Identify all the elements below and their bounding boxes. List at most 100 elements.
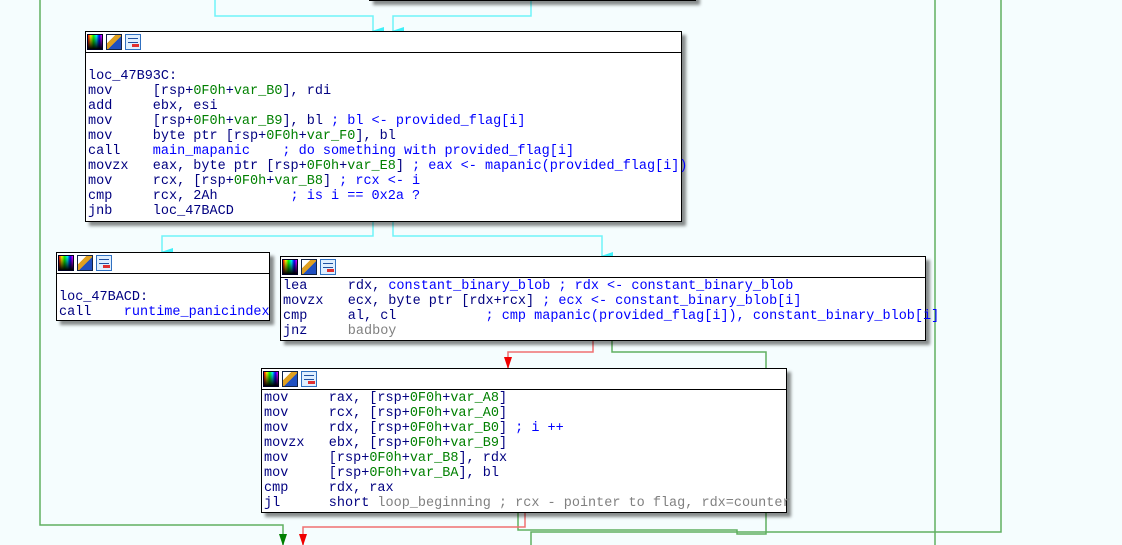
operand: 0F0h — [306, 159, 340, 174]
mnemonic: mov — [264, 451, 289, 466]
code-label[interactable]: loc_47BACD: — [59, 290, 269, 305]
mnemonic: jl — [264, 496, 281, 511]
color-palette-icon[interactable] — [263, 371, 279, 387]
mnemonic: mov — [88, 129, 113, 144]
instruction-line[interactable]: mov byte ptr [rsp+0F0h+var_F0], bl — [88, 129, 681, 144]
operand: ], bl — [458, 466, 499, 481]
edit-pencil-icon[interactable] — [77, 255, 93, 271]
operand: rcx, [rsp+ — [152, 174, 234, 189]
operand[interactable]: constant_binary_blob — [388, 279, 550, 294]
instruction-line[interactable]: mov rdx, [rsp+0F0h+var_B0] ; i ++ — [264, 421, 786, 436]
comment[interactable]: ; eax <- mapanic(provided_flag[i]) — [412, 159, 687, 174]
graph-icon[interactable] — [301, 371, 317, 387]
mnemonic: jnz — [283, 324, 308, 339]
comment[interactable]: ; i ++ — [515, 421, 564, 436]
operand[interactable]: badboy — [348, 324, 397, 339]
operand: [rsp+ — [328, 451, 370, 466]
operand[interactable]: main_mapanic — [153, 144, 250, 159]
instruction-line[interactable]: mov [rsp+0F0h+var_B0], rdi — [88, 84, 681, 99]
color-palette-icon[interactable] — [58, 255, 74, 271]
instruction-line[interactable]: lea rdx, constant_binary_blob ; rdx <- co… — [283, 279, 925, 294]
comment[interactable]: ; ecx <- constant_binary_blob[i] — [542, 294, 801, 309]
mnemonic: movzx — [283, 294, 324, 309]
edge-false — [504, 340, 594, 369]
comment[interactable]: ; is i == 0x2a ? — [218, 189, 421, 204]
instruction-line[interactable]: mov [rsp+0F0h+var_BA], bl — [264, 466, 786, 481]
mnemonic: movzx — [264, 436, 305, 451]
instruction-line[interactable]: cmp rdx, rax — [264, 481, 786, 496]
code-block-loc-47bacd[interactable]: loc_47BACD: call runtime_panicindex — [56, 252, 270, 321]
code-block-loc-47b93c[interactable]: loc_47B93C: mov [rsp+0F0h+var_B0], rdi add e… — [85, 31, 688, 222]
operand: byte ptr [rsp+ — [152, 129, 267, 144]
edit-pencil-icon[interactable] — [106, 34, 122, 50]
color-palette-icon[interactable] — [87, 34, 103, 50]
operand[interactable]: loop_beginning — [377, 496, 490, 511]
comment[interactable]: ; rcx <- i — [339, 174, 420, 189]
instruction-line[interactable]: movzx ebx, [rsp+0F0h+var_B9] — [264, 436, 786, 451]
instruction-line[interactable]: mov [rsp+0F0h+var_B8], rdx — [264, 451, 786, 466]
graph-icon[interactable] — [96, 255, 112, 271]
mnemonic: lea — [283, 279, 308, 294]
previous-block[interactable] — [369, 0, 696, 1]
block-code: lea rdx, constant_binary_blob ; rdx <- co… — [281, 278, 939, 339]
instruction-line[interactable]: add ebx, esi — [88, 99, 681, 114]
mnemonic: mov — [264, 406, 289, 421]
instruction-line[interactable]: movzx ecx, byte ptr [rdx+rcx] ; ecx <- co… — [283, 294, 925, 309]
mnemonic: cmp — [283, 309, 308, 324]
edge-normal — [161, 221, 374, 256]
graph-icon[interactable] — [320, 259, 336, 275]
comment[interactable]: ; rdx <- constant_binary_blob — [550, 279, 793, 294]
operand: rdx, rax — [328, 481, 394, 496]
mnemonic: mov — [264, 391, 289, 406]
operand: [rsp+ — [328, 466, 370, 481]
comment[interactable]: ; bl <- provided_flag[i] — [331, 114, 525, 129]
instruction-line[interactable]: jnb loc_47BACD — [88, 204, 681, 219]
operand: 0F0h — [233, 174, 267, 189]
operand: loc_47BACD — [152, 204, 234, 219]
operand: + — [225, 114, 234, 129]
block-header — [281, 257, 925, 278]
block-header — [262, 369, 786, 390]
block-header — [86, 32, 681, 53]
comment[interactable]: ; do something with provided_flag[i] — [250, 144, 574, 159]
mnemonic: call — [59, 305, 92, 320]
operand: var_B0 — [450, 421, 499, 436]
block-code: loc_47BACD: call runtime_panicindex — [57, 274, 270, 320]
instruction-line[interactable]: mov rax, [rsp+0F0h+var_A8] — [264, 391, 786, 406]
operand: rdx, — [347, 279, 389, 294]
block-code: mov rax, [rsp+0F0h+var_A8] mov rcx, [rsp+0F… — [262, 390, 791, 511]
mnemonic: movzx — [88, 159, 129, 174]
instruction-line[interactable]: mov rcx, [rsp+0F0h+var_B8] ; rcx <- i — [88, 174, 681, 189]
operand: rcx, [rsp+ — [328, 406, 410, 421]
instruction-line[interactable]: jnz badboy — [283, 324, 925, 339]
instruction-line[interactable]: cmp al, cl ; cmp mapanic(provided_flag[i]… — [283, 309, 939, 324]
operand: 0F0h — [409, 421, 443, 436]
instruction-line[interactable]: mov [rsp+0F0h+var_B9], bl ; bl <- provide… — [88, 114, 681, 129]
graph-icon[interactable] — [125, 34, 141, 50]
code-block-increment[interactable]: mov rax, [rsp+0F0h+var_A8] mov rcx, [rsp+0F… — [261, 368, 791, 513]
operand: var_B0 — [233, 84, 283, 99]
mnemonic: cmp — [264, 481, 289, 496]
instruction-line[interactable]: call runtime_panicindex — [59, 305, 270, 320]
operand: eax, byte ptr [rsp+ — [152, 159, 307, 174]
edit-pencil-icon[interactable] — [282, 371, 298, 387]
edit-pencil-icon[interactable] — [301, 259, 317, 275]
instruction-line[interactable]: cmp rcx, 2Ah ; is i == 0x2a ? — [88, 189, 681, 204]
operand: al, cl — [347, 309, 397, 324]
instruction-line[interactable]: call main_mapanic ; do something with pro… — [88, 144, 681, 159]
operand: ] — [498, 421, 516, 436]
operand[interactable]: runtime_panicindex — [124, 305, 270, 320]
comment[interactable]: ; cmp mapanic(provided_flag[i]), constan… — [396, 309, 940, 324]
code-label[interactable]: loc_47B93C: — [88, 69, 681, 84]
comment[interactable]: ; rcx - pointer to flag, rdx=counter — [491, 496, 791, 511]
color-palette-icon[interactable] — [282, 259, 298, 275]
instruction-line[interactable]: movzx eax, byte ptr [rsp+0F0h+var_E8] ; e… — [88, 159, 688, 174]
instruction-line[interactable]: jl short loop_beginning ; rcx - pointer t… — [264, 496, 791, 511]
instruction-line[interactable]: mov rcx, [rsp+0F0h+var_A0] — [264, 406, 786, 421]
operand: 0F0h — [369, 466, 402, 481]
operand: var_F0 — [306, 129, 356, 144]
code-block-compare[interactable]: lea rdx, constant_binary_blob ; rdx <- co… — [280, 256, 939, 341]
operand: ] — [322, 174, 340, 189]
operand: rcx, 2Ah — [152, 189, 218, 204]
mnemonic: cmp — [88, 189, 113, 204]
